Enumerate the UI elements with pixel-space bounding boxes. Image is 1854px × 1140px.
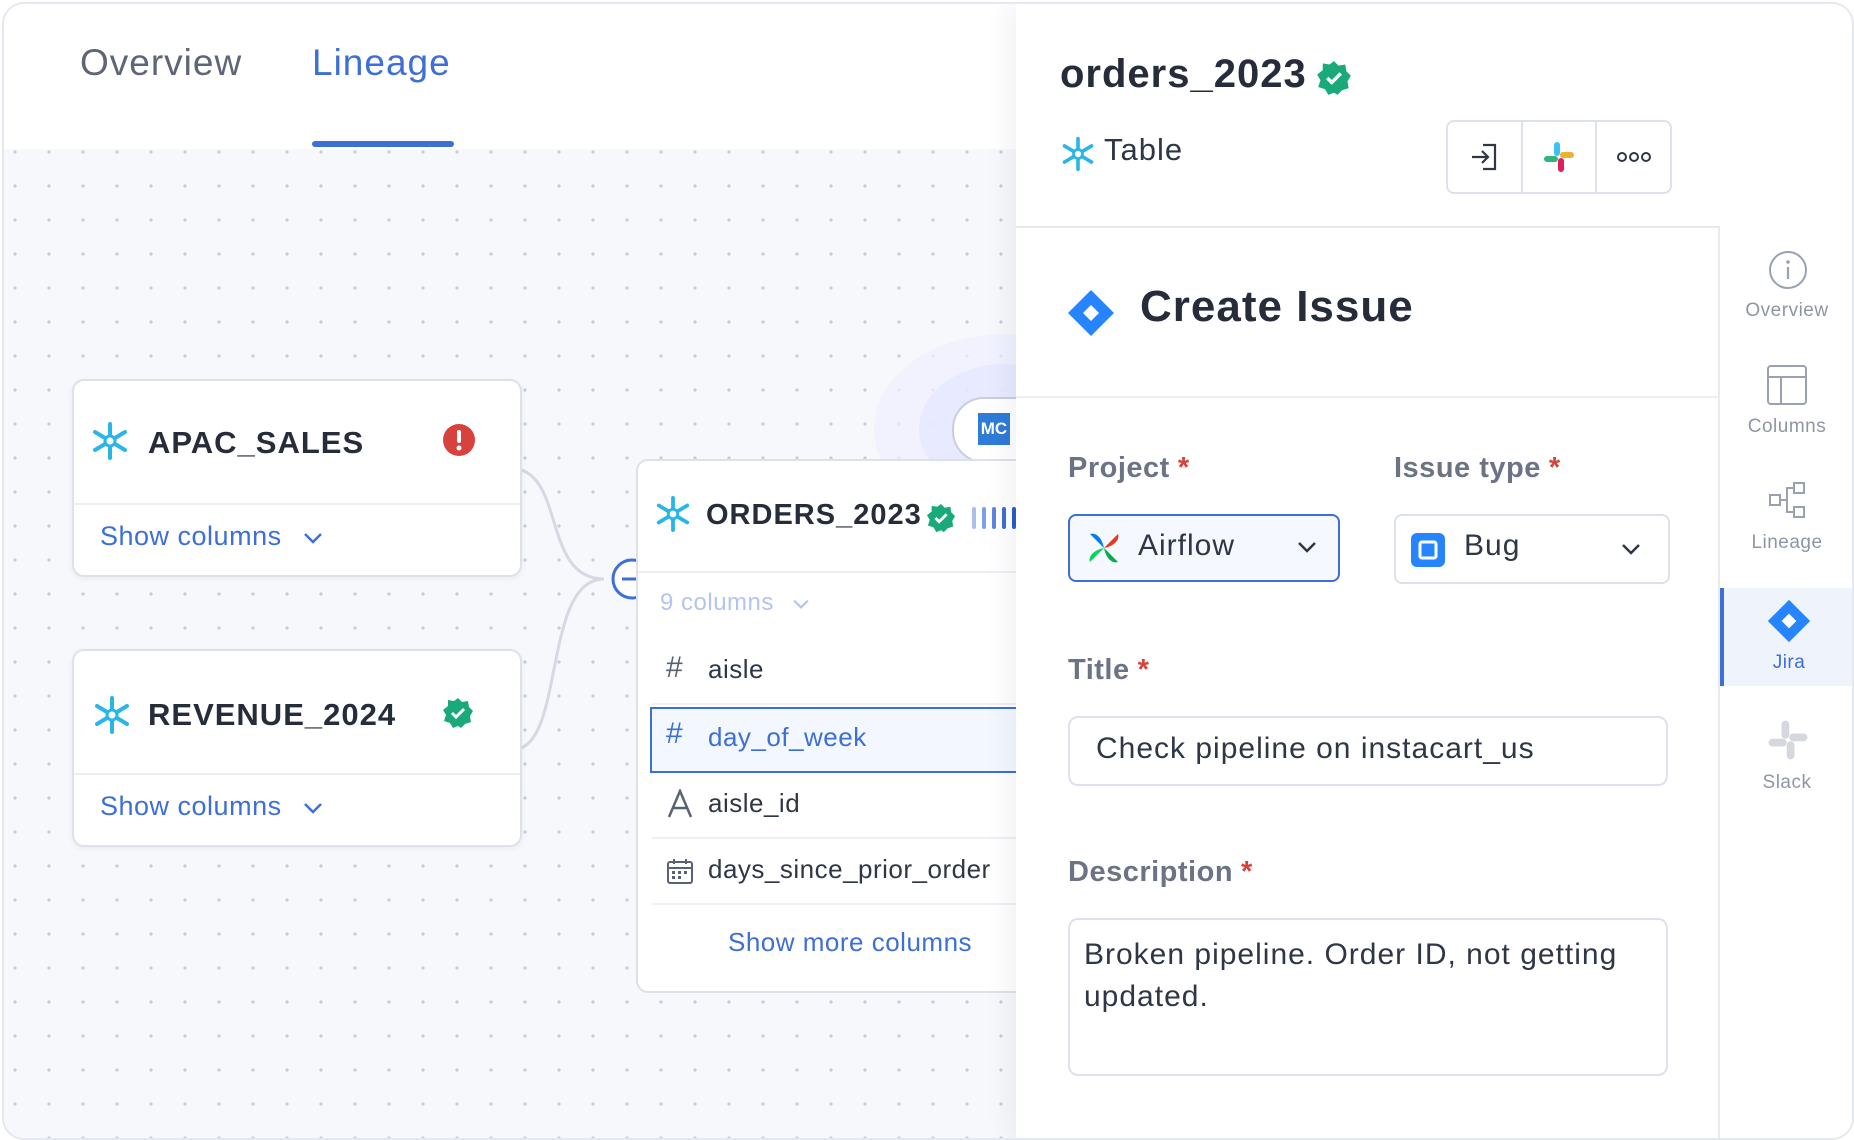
columns-count-toggle[interactable]: 9 columns — [660, 589, 811, 617]
column-row-day-of-week[interactable]: # day_of_week — [650, 707, 1074, 773]
rail-item-slack[interactable]: Slack — [1720, 716, 1852, 814]
verified-icon — [1317, 61, 1351, 95]
panel-header: orders_2023 Table — [1016, 4, 1852, 228]
snowflake-icon — [1062, 136, 1094, 172]
number-type-icon: # — [666, 717, 683, 750]
rail-label: Columns — [1747, 416, 1827, 437]
tab-overview[interactable]: Overview — [80, 42, 242, 84]
asset-type: Table — [1104, 132, 1184, 167]
node-header: REVENUE_2024 — [74, 651, 520, 775]
panel-nav-rail: Overview Columns Lineage Jira Slack — [1718, 226, 1852, 1138]
lineage-node-orders-2023[interactable]: ORDERS_2023 9 columns # aisle # day_of_w… — [636, 459, 1074, 993]
node-header: APAC_SALES — [74, 381, 520, 505]
column-name: aisle_id — [708, 788, 801, 818]
verified-icon — [443, 698, 473, 728]
column-row-aisle[interactable]: # aisle — [652, 641, 1072, 705]
airflow-icon — [1089, 533, 1119, 563]
columns-count-label: 9 columns — [660, 589, 774, 616]
title-input-value: Check pipeline on instacart_us — [1096, 732, 1535, 765]
lineage-canvas[interactable]: APAC_SALES Show columns REVENUE_2024 Sho… — [4, 149, 1074, 1138]
node-title: APAC_SALES — [148, 425, 365, 460]
mc-badge: MC — [978, 413, 1010, 445]
chevron-down-icon — [303, 533, 322, 544]
asset-title: orders_2023 — [1060, 52, 1307, 96]
more-options-button[interactable] — [1597, 122, 1670, 192]
tab-bar: Overview Lineage — [4, 4, 1018, 149]
rail-label: Slack — [1762, 772, 1812, 793]
column-row-aisle-id[interactable]: aisle_id — [652, 775, 1072, 839]
create-issue-form: Create Issue Project * Airflow Issue type… — [1016, 226, 1718, 1138]
description-textarea[interactable]: Broken pipeline. Order ID, not getting u… — [1068, 918, 1668, 1076]
column-row-days-since-prior-order[interactable]: days_since_prior_order — [652, 841, 1072, 905]
snowflake-icon — [95, 696, 129, 734]
project-value: Airflow — [1138, 529, 1236, 562]
slack-icon — [1544, 142, 1574, 172]
open-asset-button[interactable] — [1448, 122, 1523, 192]
asset-side-panel: orders_2023 Table Create Issue Project *… — [1016, 4, 1852, 1138]
lineage-node-apac-sales[interactable]: APAC_SALES Show columns — [72, 379, 522, 577]
show-columns-label: Show columns — [100, 791, 282, 821]
rail-item-lineage[interactable]: Lineage — [1720, 478, 1852, 576]
form-title: Create Issue — [1140, 282, 1414, 331]
chevron-down-icon — [303, 803, 322, 814]
description-label: Description * — [1068, 856, 1253, 888]
number-type-icon: # — [666, 651, 683, 684]
issue-type-select[interactable]: Bug — [1394, 514, 1670, 584]
panel-actions — [1446, 120, 1672, 194]
rail-item-overview[interactable]: Overview — [1720, 246, 1852, 344]
rail-label: Jira — [1772, 652, 1806, 673]
rail-item-columns[interactable]: Columns — [1720, 362, 1852, 460]
columns-icon — [1767, 365, 1807, 405]
show-columns-link[interactable]: Show columns — [100, 791, 324, 822]
info-icon — [1769, 251, 1807, 289]
lineage-icon — [1769, 482, 1805, 518]
bug-icon — [1411, 533, 1445, 567]
share-slack-button[interactable] — [1523, 122, 1598, 192]
lineage-node-revenue-2024[interactable]: REVENUE_2024 Show columns — [72, 649, 522, 847]
project-label: Project * — [1068, 452, 1190, 484]
issue-type-label: Issue type * — [1394, 452, 1561, 484]
show-columns-link[interactable]: Show columns — [100, 521, 324, 552]
title-input[interactable]: Check pipeline on instacart_us — [1068, 716, 1668, 786]
rail-label: Lineage — [1751, 532, 1823, 553]
node-header: ORDERS_2023 — [638, 461, 1058, 573]
snowflake-icon — [93, 422, 127, 460]
column-name: aisle — [708, 654, 764, 684]
rail-label: Overview — [1745, 300, 1829, 321]
chevron-down-icon — [1298, 542, 1316, 553]
text-type-icon — [667, 789, 693, 818]
rail-item-jira[interactable]: Jira — [1720, 588, 1852, 686]
active-tab-indicator — [312, 141, 454, 147]
chevron-down-icon — [1622, 544, 1640, 555]
project-select[interactable]: Airflow — [1068, 514, 1340, 582]
jira-icon — [1767, 599, 1811, 643]
jira-icon — [1068, 290, 1114, 336]
column-name: days_since_prior_order — [708, 854, 991, 884]
show-more-columns-link[interactable]: Show more columns — [728, 927, 972, 958]
slack-icon — [1768, 720, 1808, 760]
description-value: Broken pipeline. Order ID, not getting u… — [1084, 938, 1618, 1013]
node-title: ORDERS_2023 — [706, 499, 922, 531]
activity-bars-icon — [972, 507, 1016, 529]
error-icon — [443, 424, 475, 456]
snowflake-icon — [656, 495, 690, 533]
tab-lineage[interactable]: Lineage — [312, 42, 451, 84]
app-window: Overview Lineage APAC_SALES Show columns… — [2, 2, 1854, 1140]
node-title: REVENUE_2024 — [148, 697, 397, 732]
calendar-icon — [667, 859, 693, 884]
title-label: Title * — [1068, 654, 1150, 686]
form-header: Create Issue — [1016, 226, 1718, 398]
more-icon — [1616, 152, 1651, 162]
enter-icon — [1472, 143, 1497, 171]
chevron-down-icon — [793, 599, 809, 609]
show-columns-label: Show columns — [100, 521, 282, 551]
verified-icon — [926, 503, 956, 533]
column-name: day_of_week — [708, 722, 867, 752]
issue-type-value: Bug — [1464, 529, 1521, 562]
